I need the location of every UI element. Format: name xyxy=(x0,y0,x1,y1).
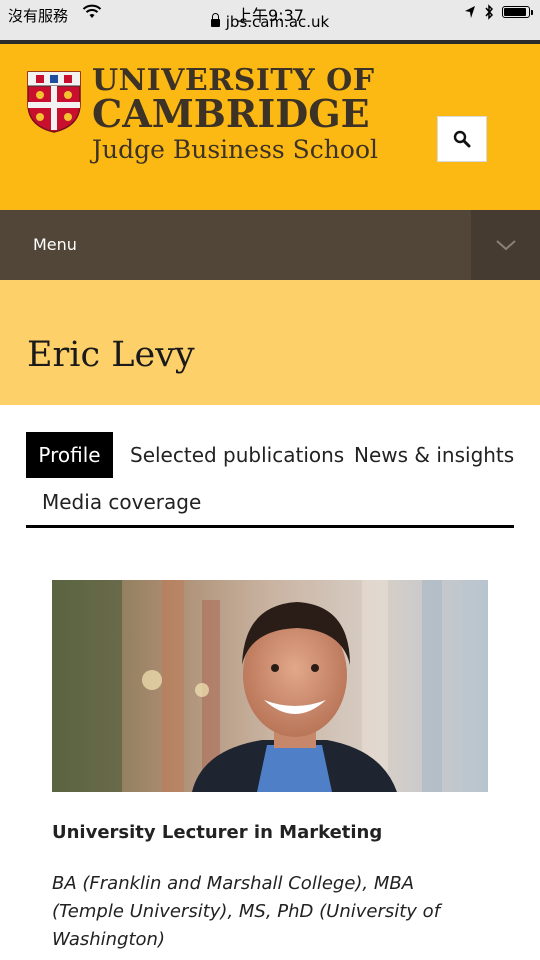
url-bar[interactable]: jbs.cam.ac.uk xyxy=(0,13,540,31)
menu-bar[interactable]: Menu xyxy=(0,210,540,280)
lock-icon xyxy=(210,13,220,27)
tab-media-coverage[interactable]: Media coverage xyxy=(42,490,201,514)
university-crest-icon[interactable] xyxy=(26,70,82,134)
bluetooth-icon xyxy=(485,4,494,20)
qualifications: BA (Franklin and Marshall College), MBA … xyxy=(52,873,441,950)
tab-label: Selected publications xyxy=(130,443,345,467)
search-icon xyxy=(453,130,471,148)
tab-label: Profile xyxy=(38,443,101,467)
tabs-divider xyxy=(26,525,514,528)
chevron-down-icon xyxy=(495,240,516,251)
location-arrow-icon xyxy=(465,6,475,18)
page-title: Eric Levy xyxy=(27,335,195,375)
profile-photo xyxy=(52,580,488,792)
battery-fill xyxy=(504,8,526,16)
brand-line-school: Judge Business School xyxy=(92,135,378,164)
battery-icon xyxy=(502,6,533,18)
brand-wordmark[interactable]: UNIVERSITY OF CAMBRIDGE Judge Business S… xyxy=(92,66,378,166)
tab-label: Media coverage xyxy=(42,490,202,514)
status-icons xyxy=(464,4,533,20)
menu-toggle-button[interactable] xyxy=(471,210,540,280)
tab-news-insights[interactable]: News & insights xyxy=(354,443,514,467)
menu-label: Menu xyxy=(33,235,77,254)
tab-selected-publications[interactable]: Selected publications xyxy=(130,443,344,467)
url-text: jbs.cam.ac.uk xyxy=(225,13,330,31)
site-header: UNIVERSITY OF CAMBRIDGE Judge Business S… xyxy=(0,44,540,210)
job-title: University Lecturer in Marketing xyxy=(52,822,383,843)
status-bar: 沒有服務 上午9:37 jbs.cam.ac.uk xyxy=(0,0,540,40)
search-button[interactable] xyxy=(437,116,487,162)
brand-line-cambridge: CAMBRIDGE xyxy=(92,91,370,136)
page-title-band: Eric Levy xyxy=(0,280,540,405)
tab-profile[interactable]: Profile xyxy=(26,432,113,478)
tab-label: News & insights xyxy=(354,443,515,467)
